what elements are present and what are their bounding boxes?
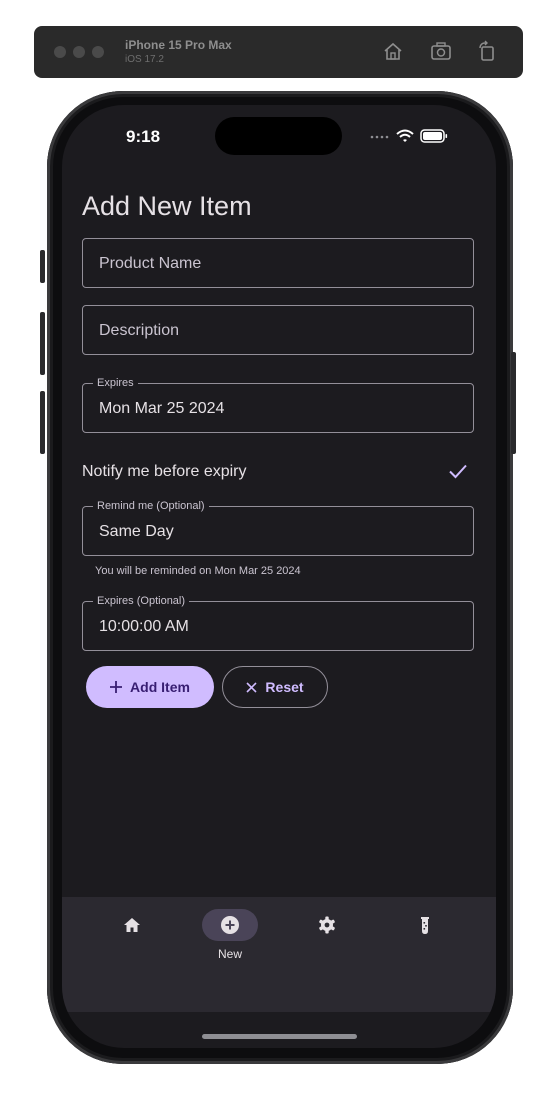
bottom-navigation-bar: New [62, 897, 496, 1012]
app-screen: 9:18 Add New Item Product Name Descripti… [62, 105, 496, 1048]
reset-label: Reset [265, 679, 304, 695]
remind-helper-text: You will be reminded on Mon Mar 25 2024 [95, 565, 301, 577]
simulator-os-version: iOS 17.2 [125, 54, 164, 65]
description-placeholder: Description [99, 322, 180, 339]
status-icons [370, 129, 448, 143]
close-icon [246, 681, 257, 693]
product-name-field[interactable]: Product Name [82, 238, 474, 288]
wifi-icon [396, 129, 414, 142]
minimize-window-dot[interactable] [73, 46, 85, 58]
notify-label: Notify me before expiry [82, 463, 247, 480]
product-name-placeholder: Product Name [99, 255, 202, 272]
signal-dots-icon [370, 135, 389, 139]
expires-date-value: Mon Mar 25 2024 [99, 400, 225, 417]
simulator-toolbar: iPhone 15 Pro Max iOS 17.2 [34, 26, 523, 78]
nav-item-home[interactable] [78, 897, 186, 977]
add-item-button[interactable]: Add Item [86, 666, 214, 708]
expires-time-label: Expires (Optional) [93, 595, 190, 607]
close-window-dot[interactable] [54, 46, 66, 58]
home-indicator[interactable] [202, 1034, 357, 1039]
nav-label-new: New [217, 947, 242, 961]
plus-icon [110, 681, 123, 693]
volume-down-button [40, 391, 45, 454]
add-item-label: Add Item [130, 679, 190, 695]
window-controls [54, 46, 104, 58]
action-button [40, 250, 45, 283]
nav-item-lab[interactable] [371, 897, 479, 977]
page-title: Add New Item [82, 191, 252, 221]
settings-gear-icon [319, 916, 335, 934]
nav-item-new[interactable]: New [176, 897, 284, 977]
volume-up-button [40, 312, 45, 375]
expires-time-value: 10:00:00 AM [99, 618, 189, 635]
reset-button[interactable]: Reset [222, 666, 328, 708]
add-circle-icon [221, 916, 239, 934]
expires-time-field[interactable]: Expires (Optional) 10:00:00 AM [82, 595, 474, 651]
status-time: 9:18 [126, 127, 161, 146]
zoom-window-dot[interactable] [92, 46, 104, 58]
battery-icon [420, 129, 448, 143]
simulator-device-name: iPhone 15 Pro Max [125, 38, 232, 52]
home-icon [124, 918, 140, 932]
dynamic-island [215, 117, 342, 155]
nav-item-settings[interactable] [273, 897, 381, 977]
notify-checkmark-icon[interactable] [448, 461, 468, 481]
screenshot-icon[interactable] [430, 40, 452, 62]
remind-me-label: Remind me (Optional) [93, 500, 209, 512]
home-icon[interactable] [382, 40, 404, 62]
expires-date-field[interactable]: Expires Mon Mar 25 2024 [82, 377, 474, 433]
remind-me-field[interactable]: Remind me (Optional) Same Day [82, 500, 474, 556]
expires-date-label: Expires [93, 377, 138, 389]
power-button [511, 352, 516, 454]
rotate-icon[interactable] [476, 40, 498, 62]
remind-me-value: Same Day [99, 523, 174, 540]
description-field[interactable]: Description [82, 305, 474, 355]
flask-icon [421, 917, 429, 934]
